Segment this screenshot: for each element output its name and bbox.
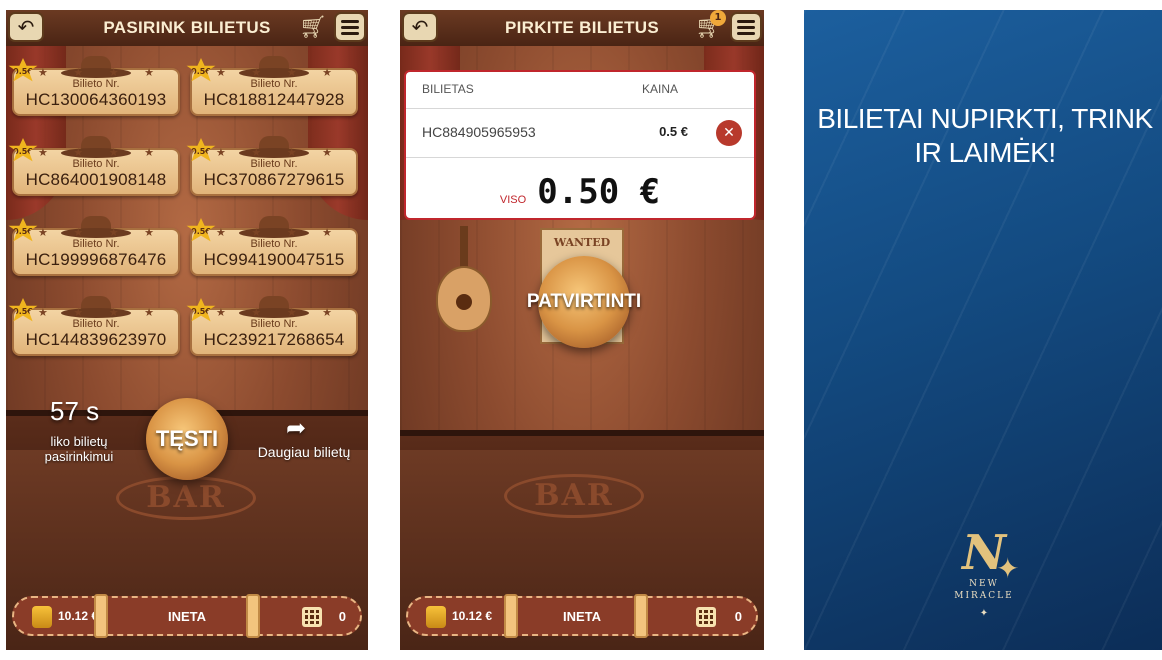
- wanted-text: WANTED: [553, 236, 611, 249]
- summary-header: BILIETAS KAINA: [422, 82, 738, 100]
- ticket-label: Bilieto Nr.: [250, 238, 298, 250]
- menu-icon: [341, 19, 359, 23]
- ticket-selection-screen: BAR ↶ PASIRINK BILIETUS 🛒︎ ★ ★ ★ ★ 0.5€ Bil…: [6, 10, 368, 650]
- ticket-label: Bilieto Nr.: [72, 238, 120, 250]
- tickets-grid-icon[interactable]: [696, 607, 716, 627]
- bar-sign: BAR: [504, 474, 644, 518]
- timer-text: liko bilietų pasirinkimui: [44, 434, 114, 464]
- total-label: VISO: [499, 194, 527, 206]
- menu-button[interactable]: [334, 12, 366, 42]
- ticket-label: Bilieto Nr.: [250, 318, 298, 330]
- row-price: 0.5 €: [659, 124, 688, 139]
- share-arrow-icon[interactable]: ➦: [286, 414, 306, 442]
- ticket-count: 0: [734, 609, 742, 624]
- timer-value: 57 s: [50, 396, 100, 426]
- bottom-bar: 10.12 € INETA 0: [406, 594, 758, 638]
- ticket-code: HC370867279615: [203, 170, 345, 189]
- ticket-card[interactable]: ★ ★ ★ ★ 0.5€ Bilieto Nr. HC818812447928: [186, 54, 358, 116]
- order-summary: BILIETAS KAINA HC884905965953 0.5 € ✕ VI…: [404, 70, 756, 220]
- purchase-success-screen: BILIETAI NUPIRKTI, TRINK IR LAIMĖK! N ✦ …: [804, 10, 1162, 650]
- ticket-code: HC864001908148: [25, 170, 167, 189]
- remove-ticket-button[interactable]: ✕: [716, 120, 742, 146]
- close-icon: ✕: [723, 125, 735, 141]
- ticket-card[interactable]: ★ ★ ★ ★ 0.5€ Bilieto Nr. HC199996876476: [8, 214, 180, 276]
- ticket-card[interactable]: ★ ★ ★ ★ 0.5€ Bilieto Nr. HC370867279615: [186, 134, 358, 196]
- ticket-label: Bilieto Nr.: [72, 318, 120, 330]
- ticket-purchase-screen: WANTED BAR ↶ PIRKITE BILIETUS 🛒︎ 1 BILIET…: [400, 10, 764, 650]
- menu-button[interactable]: [730, 12, 762, 42]
- sparkle-icon: ✦: [996, 552, 1020, 585]
- top-bar: ↶ PIRKITE BILIETUS 🛒︎ 1: [400, 10, 764, 46]
- cart-button[interactable]: 🛒︎: [298, 14, 328, 42]
- more-tickets-button[interactable]: Daugiau bilietų: [244, 444, 364, 460]
- bar-sign: BAR: [116, 476, 256, 520]
- ticket-card[interactable]: ★ ★ ★ ★ 0.5€ Bilieto Nr. HC239217268654: [186, 294, 358, 356]
- ticket-code: HC994190047515: [203, 250, 345, 269]
- success-message: BILIETAI NUPIRKTI, TRINK IR LAIMĖK!: [817, 103, 1153, 168]
- ticket-code: HC818812447928: [203, 90, 345, 109]
- sparkle-small-icon: ✦: [979, 608, 989, 619]
- total-value: 0.50 €: [537, 172, 661, 212]
- ticket-label: Bilieto Nr.: [72, 78, 120, 90]
- ticket-label: Bilieto Nr.: [72, 158, 120, 170]
- column-ticket: BILIETAS: [422, 82, 474, 96]
- cart-button[interactable]: 🛒︎ 1: [694, 10, 726, 42]
- confirm-button[interactable]: PATVIRTINTI: [527, 256, 641, 348]
- table-row: HC884905965953 0.5 € ✕: [406, 108, 754, 158]
- row-ticket-code: HC884905965953: [422, 124, 536, 140]
- confirm-label: PATVIRTINTI: [526, 291, 642, 312]
- ticket-label: Bilieto Nr.: [250, 158, 298, 170]
- column-price: KAINA: [641, 82, 678, 96]
- ticket-code: HC144839623970: [25, 330, 167, 349]
- cart-icon: 🛒︎: [299, 15, 327, 40]
- logo-line-2: MIRACLE: [954, 591, 1014, 601]
- top-bar: ↶ PASIRINK BILIETUS 🛒︎: [6, 10, 368, 46]
- ticket-count: 0: [338, 609, 346, 624]
- ticket-card[interactable]: ★ ★ ★ ★ 0.5€ Bilieto Nr. HC864001908148: [8, 134, 180, 196]
- new-miracle-logo: N ✦ NEW MIRACLE ✦: [934, 528, 1034, 638]
- tickets-grid-icon[interactable]: [302, 607, 322, 627]
- bottom-bar: 10.12 € INETA 0: [12, 594, 362, 638]
- total-row: VISO 0.50 €: [406, 172, 754, 212]
- ticket-code: HC199996876476: [25, 250, 167, 269]
- ticket-card[interactable]: ★ ★ ★ ★ 0.5€ Bilieto Nr. HC144839623970: [8, 294, 180, 356]
- ticket-code: HC130064360193: [25, 90, 167, 109]
- ticket-card[interactable]: ★ ★ ★ ★ 0.5€ Bilieto Nr. HC994190047515: [186, 214, 358, 276]
- ticket-card[interactable]: ★ ★ ★ ★ 0.5€ Bilieto Nr. HC130064360193: [8, 54, 180, 116]
- continue-button[interactable]: TĘSTI: [146, 398, 228, 480]
- ticket-label: Bilieto Nr.: [250, 78, 298, 90]
- menu-icon: [737, 19, 755, 23]
- cart-count-badge: 1: [710, 10, 726, 26]
- ticket-code: HC239217268654: [203, 330, 345, 349]
- guitar-decoration: [436, 226, 492, 332]
